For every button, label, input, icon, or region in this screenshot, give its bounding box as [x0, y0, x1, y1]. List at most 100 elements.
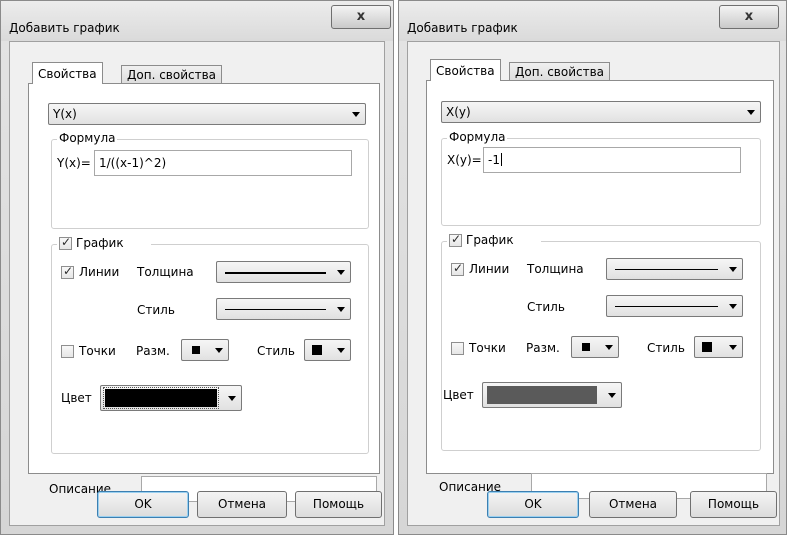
- tab-extra-properties[interactable]: Доп. свойства: [509, 62, 611, 81]
- chevron-down-icon: [605, 345, 613, 350]
- lines-label: Линии: [469, 262, 510, 276]
- formula-input-value: -1: [488, 153, 502, 167]
- tab-properties[interactable]: Свойства: [32, 62, 103, 84]
- chevron-down-icon: [608, 393, 616, 398]
- checkmark-icon: ✓: [63, 264, 74, 278]
- square-marker-icon: [312, 345, 322, 355]
- tab-extra-properties-label: Доп. свойства: [127, 68, 217, 82]
- color-swatch: [487, 386, 597, 404]
- tab-properties-label: Свойства: [38, 67, 97, 81]
- line-thickness-select[interactable]: [216, 261, 351, 283]
- lines-checkbox[interactable]: ✓: [451, 261, 464, 276]
- chevron-down-icon: [729, 267, 737, 272]
- function-type-select[interactable]: Y(x): [48, 103, 366, 125]
- formula-prefix: Y(x)=: [57, 156, 91, 170]
- chevron-down-icon: [729, 304, 737, 309]
- formula-group-label: Формула: [57, 131, 118, 145]
- color-label: Цвет: [443, 388, 474, 402]
- thickness-label: Толщина: [527, 262, 584, 276]
- color-select[interactable]: [482, 382, 622, 408]
- dialog-body: Свойства Доп. свойства Y(x) Формула Y(x)…: [9, 41, 385, 526]
- formula-input[interactable]: 1/((x-1)^2): [94, 150, 352, 176]
- points-label: Точки: [469, 341, 506, 355]
- tab-extra-properties[interactable]: Доп. свойства: [121, 65, 223, 84]
- line-thickness-select[interactable]: [606, 258, 743, 280]
- graph-checkbox[interactable]: ✓: [59, 235, 72, 250]
- lines-label: Линии: [79, 265, 120, 279]
- square-marker-icon: [702, 342, 712, 352]
- chevron-down-icon: [337, 348, 345, 353]
- point-size-label: Разм.: [526, 341, 560, 355]
- ok-button[interactable]: OK: [97, 491, 189, 518]
- line-style-select[interactable]: [216, 298, 351, 320]
- close-button[interactable]: x: [719, 5, 779, 29]
- point-style-select[interactable]: [694, 336, 743, 358]
- chevron-down-icon: [337, 270, 345, 275]
- formula-input-text: -1: [488, 153, 500, 167]
- line-style-sample: [225, 309, 326, 310]
- chevron-down-icon: [747, 110, 755, 115]
- line-style-label: Стиль: [137, 303, 175, 317]
- add-graph-dialog-left: Добавить график x Свойства Доп. свойства…: [0, 0, 394, 535]
- formula-input[interactable]: -1: [483, 147, 741, 173]
- graph-group-header: ✓ График: [57, 235, 151, 252]
- title-bar: Добавить график x: [399, 1, 786, 41]
- help-button[interactable]: Помощь: [295, 491, 382, 518]
- formula-prefix: X(y)=: [447, 153, 482, 167]
- cancel-button[interactable]: Отмена: [197, 491, 287, 518]
- graph-checkbox[interactable]: ✓: [449, 232, 462, 247]
- checkmark-icon: ✓: [61, 235, 72, 249]
- point-size-label: Разм.: [136, 344, 170, 358]
- color-select[interactable]: [100, 385, 242, 411]
- graph-group-header: ✓ График: [447, 232, 541, 249]
- formula-group: Формула Y(x)= 1/((x-1)^2): [51, 131, 369, 229]
- points-checkbox[interactable]: [451, 342, 464, 355]
- square-marker-icon: [192, 346, 200, 354]
- line-style-select[interactable]: [606, 295, 743, 317]
- chevron-down-icon: [352, 112, 360, 117]
- point-size-select[interactable]: [571, 336, 619, 358]
- graph-group-label: График: [466, 233, 514, 247]
- chevron-down-icon: [228, 396, 236, 401]
- formula-group-label: Формула: [447, 130, 508, 144]
- points-checkbox[interactable]: [61, 345, 74, 358]
- checkmark-icon: ✓: [453, 261, 464, 275]
- square-marker-icon: [582, 343, 590, 351]
- point-size-select[interactable]: [181, 339, 229, 361]
- graph-group: ✓ График ✓ Линии Толщина Стиль Точки Раз…: [441, 232, 761, 451]
- formula-group: Формула X(y)= -1: [441, 130, 761, 226]
- line-style-label: Стиль: [527, 300, 565, 314]
- checkmark-icon: ✓: [451, 232, 462, 246]
- help-button[interactable]: Помощь: [690, 491, 777, 518]
- lines-checkbox[interactable]: ✓: [61, 264, 74, 279]
- graph-group-label: График: [76, 236, 124, 250]
- properties-panel: Y(x) Формула Y(x)= 1/((x-1)^2) ✓ График …: [28, 83, 380, 502]
- add-graph-dialog-right: Добавить график x Свойства Доп. свойства…: [398, 0, 787, 535]
- thickness-label: Толщина: [137, 265, 194, 279]
- chevron-down-icon: [729, 345, 737, 350]
- tab-properties[interactable]: Свойства: [430, 59, 501, 81]
- thick-line-sample: [225, 272, 326, 274]
- close-button[interactable]: x: [331, 5, 391, 29]
- ok-button[interactable]: OK: [487, 491, 579, 518]
- dialog-title: Добавить график: [407, 21, 518, 35]
- tab-extra-properties-label: Доп. свойства: [515, 65, 605, 79]
- chevron-down-icon: [337, 307, 345, 312]
- dialog-body: Свойства Доп. свойства X(y) Формула X(y)…: [407, 41, 780, 526]
- text-caret: [500, 153, 502, 166]
- graph-group: ✓ График ✓ Линии Толщина Стиль Точки Раз…: [51, 235, 369, 454]
- function-type-select[interactable]: X(y): [441, 101, 761, 123]
- color-swatch: [103, 387, 219, 409]
- color-label: Цвет: [61, 391, 92, 405]
- point-style-label: Стиль: [647, 341, 685, 355]
- formula-input-value: 1/((x-1)^2): [99, 156, 167, 170]
- points-label: Точки: [79, 344, 116, 358]
- line-style-sample: [615, 306, 718, 307]
- chevron-down-icon: [215, 348, 223, 353]
- point-style-select[interactable]: [304, 339, 351, 361]
- function-type-value: Y(x): [53, 107, 77, 121]
- cancel-button[interactable]: Отмена: [589, 491, 677, 518]
- title-bar: Добавить график x: [1, 1, 393, 41]
- properties-panel: X(y) Формула X(y)= -1 ✓ График ✓ Линии Т…: [426, 80, 774, 499]
- thin-line-sample: [615, 269, 718, 270]
